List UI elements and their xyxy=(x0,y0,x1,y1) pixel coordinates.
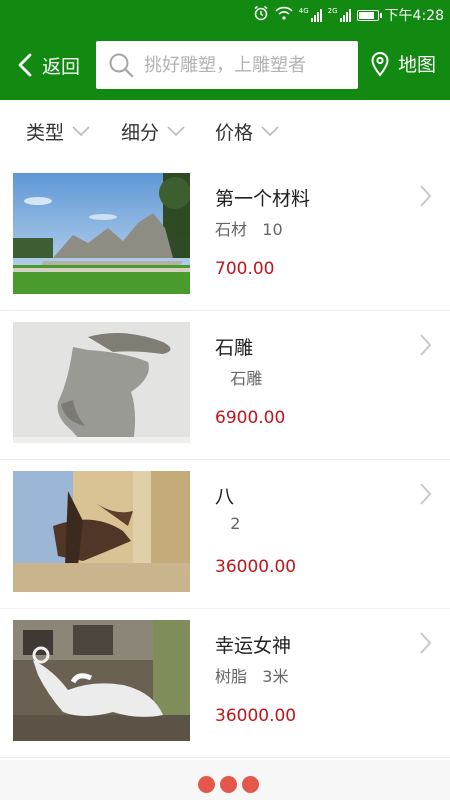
product-price: 700.00 xyxy=(215,259,275,279)
product-price: 36000.00 xyxy=(215,557,297,577)
product-title: 第一个材料 xyxy=(215,188,311,210)
back-button[interactable]: 返回 xyxy=(18,48,80,82)
chevron-right-icon xyxy=(420,483,432,505)
product-thumbnail xyxy=(13,322,190,443)
alarm-icon xyxy=(253,5,269,25)
loading-dot xyxy=(242,776,259,793)
back-label: 返回 xyxy=(42,55,81,78)
product-price: 6900.00 xyxy=(215,408,286,428)
map-button[interactable]: 地图 xyxy=(370,50,436,77)
list-item[interactable]: 幸运女神 树脂 3米 36000.00 xyxy=(0,609,450,758)
chevron-down-icon xyxy=(167,126,185,136)
top-bar: 返回 地图 xyxy=(0,30,450,100)
product-title: 石雕 xyxy=(215,337,254,359)
filter-type[interactable]: 类型 xyxy=(26,118,90,145)
network-type-label: 4G xyxy=(298,7,309,15)
chevron-right-icon xyxy=(420,185,432,207)
list-item[interactable]: 八 2 36000.00 xyxy=(0,460,450,609)
battery-icon xyxy=(356,9,382,21)
product-thumbnail xyxy=(13,173,190,294)
filter-price[interactable]: 价格 xyxy=(215,118,279,145)
product-specs: 石材 10 xyxy=(215,220,283,239)
status-time: 下午4:28 xyxy=(384,8,444,24)
signal-strength-icon-2: 2G xyxy=(328,8,351,22)
network-type-label-2: 2G xyxy=(327,7,338,15)
product-title: 幸运女神 xyxy=(215,635,292,657)
product-list: 第一个材料 石材 10 700.00 石雕 石雕 6900.00 八 2 360… xyxy=(0,162,450,758)
status-icons: 4G 2G 下午4:28 xyxy=(253,5,444,25)
filter-bar: 类型 细分 价格 xyxy=(0,100,450,162)
product-thumbnail xyxy=(13,620,190,741)
product-specs: 石雕 xyxy=(215,369,263,388)
loading-dots xyxy=(198,776,259,793)
filter-subcategory[interactable]: 细分 xyxy=(121,118,185,145)
product-title: 八 xyxy=(215,486,235,508)
status-bar: 4G 2G 下午4:28 xyxy=(0,0,450,30)
chevron-down-icon xyxy=(72,126,90,136)
product-specs: 2 xyxy=(215,514,241,533)
product-thumbnail xyxy=(13,471,190,592)
loading-dot xyxy=(220,776,237,793)
filter-subcategory-label: 细分 xyxy=(121,121,160,144)
wifi-icon xyxy=(275,6,293,24)
chevron-right-icon xyxy=(420,632,432,654)
chevron-down-icon xyxy=(261,126,279,136)
product-price: 36000.00 xyxy=(215,706,297,726)
back-arrow-icon xyxy=(18,53,32,77)
map-label: 地图 xyxy=(397,54,436,76)
filter-type-label: 类型 xyxy=(26,121,65,144)
search-icon xyxy=(109,53,134,78)
search-input[interactable] xyxy=(144,54,344,76)
signal-strength-icon: 4G xyxy=(299,8,322,22)
chevron-right-icon xyxy=(420,334,432,356)
product-specs: 树脂 3米 xyxy=(215,667,289,686)
map-pin-icon xyxy=(371,51,389,77)
loading-footer xyxy=(0,760,450,800)
list-item[interactable]: 石雕 石雕 6900.00 xyxy=(0,311,450,460)
filter-price-label: 价格 xyxy=(215,121,254,144)
search-box[interactable] xyxy=(96,41,358,89)
list-item[interactable]: 第一个材料 石材 10 700.00 xyxy=(0,162,450,311)
loading-dot xyxy=(198,776,215,793)
